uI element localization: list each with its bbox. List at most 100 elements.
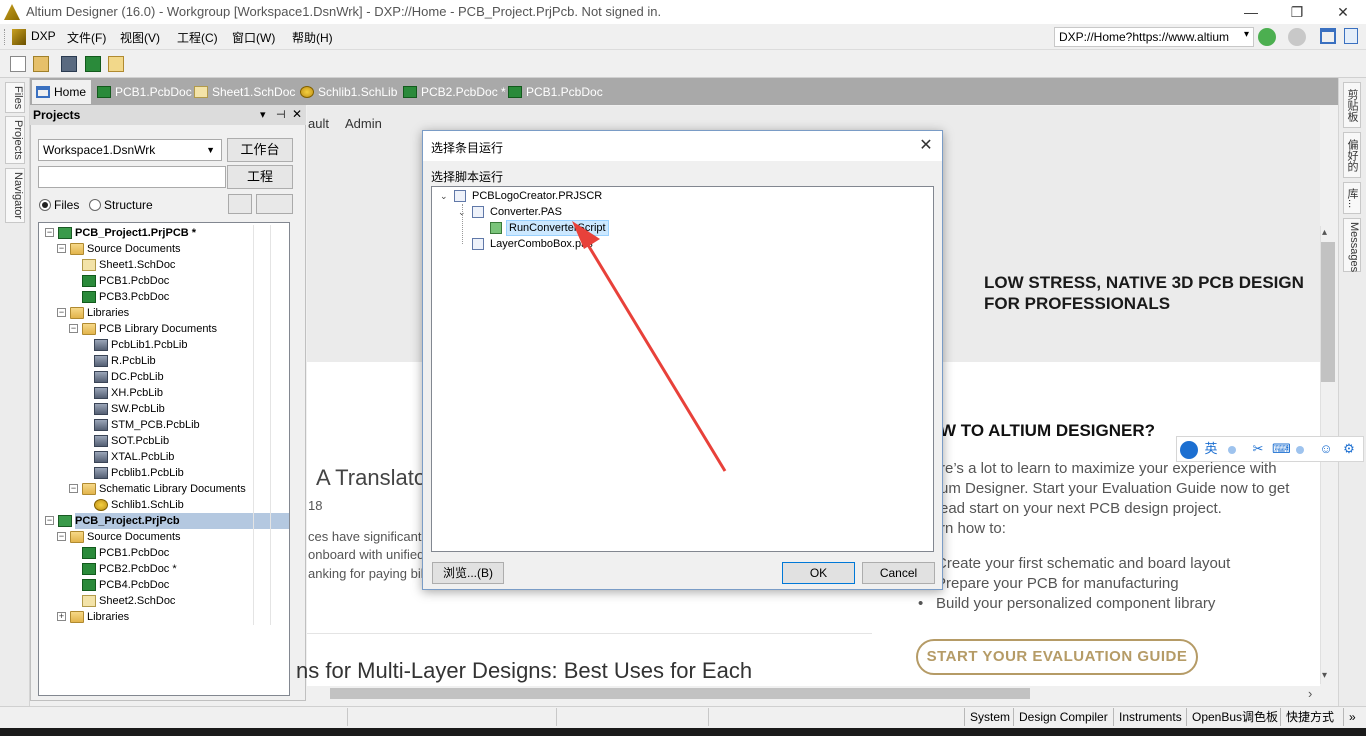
tree-item[interactable]: DC.PcbLib [39,369,289,385]
open-folder-icon[interactable] [33,56,49,72]
status-openbus[interactable]: OpenBus调色板 [1186,708,1283,726]
collapse-icon[interactable]: − [45,516,54,525]
tab-home[interactable]: Home [32,80,91,104]
project-tree[interactable]: − PCB_Project1.PrjPCB * − Source Documents S… [38,222,290,696]
script-tree-item[interactable]: RunConverterScript [432,220,932,236]
status-instruments[interactable]: Instruments [1113,708,1187,726]
tab-navigator-panel[interactable]: Navigator [5,168,25,224]
tab-pcb1-second[interactable]: PCB1.PcbDoc [504,80,603,104]
collapse-icon[interactable]: − [45,228,54,237]
tree-item[interactable]: STM_PCB.PcbLib [39,417,289,433]
dialog-close-button[interactable]: ✕ [913,136,939,156]
tab-pcb2[interactable]: PCB2.PcbDoc * [399,80,506,104]
tree-item[interactable]: − Libraries [39,305,289,321]
status-system[interactable]: System [964,708,1015,726]
tab-projects-panel[interactable]: Projects [5,116,25,164]
tree-item[interactable]: Pcblib1.PcbLib [39,465,289,481]
home-nav-icon[interactable] [1320,28,1336,44]
scroll-up-icon[interactable]: ▴ [1322,227,1327,238]
tree-item[interactable]: XTAL.PcbLib [39,449,289,465]
tab-sheet1[interactable]: Sheet1.SchDoc [190,80,295,104]
radio-structure[interactable] [89,199,101,211]
menu-window[interactable]: 窗口(W) [232,29,275,46]
expand-icon[interactable]: + [57,612,66,621]
tree-item[interactable]: Sheet1.SchDoc [39,257,289,273]
radio-files[interactable] [39,199,51,211]
status-more-icon[interactable]: » [1343,708,1361,726]
tab-pcb1[interactable]: PCB1.PcbDoc [93,80,192,104]
status-shortcuts[interactable]: 快捷方式 [1280,708,1339,726]
tree-item[interactable]: PCB4.PcbDoc [39,577,289,593]
bookmark-icon[interactable] [1344,28,1358,44]
ok-button[interactable]: OK [782,562,855,584]
menu-project[interactable]: 工程(C) [177,29,218,46]
tab-favorites-panel[interactable]: 偏好的 [1343,132,1361,178]
ime-lang-toggle[interactable]: 英 [1203,441,1219,457]
tree-item[interactable]: PCB1.PcbDoc [39,273,289,289]
folder-icon[interactable] [108,56,124,72]
panel-close-icon[interactable]: ✕ [292,107,302,121]
tree-item[interactable]: − Schematic Library Documents [39,481,289,497]
scroll-right-icon[interactable]: › [1308,686,1312,701]
tree-item[interactable]: PCB3.PcbDoc [39,289,289,305]
tree-item[interactable]: Sheet2.SchDoc [39,593,289,609]
new-file-icon[interactable] [10,56,26,72]
tree-item[interactable]: SW.PcbLib [39,401,289,417]
collapse-icon[interactable]: − [57,532,66,541]
collapse-icon[interactable]: − [57,244,66,253]
workspace-select[interactable]: Workspace1.DsnWrk ▼ [38,139,222,161]
ime-punct-icon[interactable] [1228,446,1236,454]
tree-item[interactable]: SOT.PcbLib [39,433,289,449]
ime-scissors-icon[interactable]: ✂ [1250,441,1266,457]
tab-files-panel[interactable]: Files [5,82,25,114]
tree-item[interactable]: XH.PcbLib [39,385,289,401]
tab-clipboard-panel[interactable]: 剪贴板 [1343,82,1361,128]
address-dropdown-icon[interactable]: ▾ [1244,29,1249,40]
ime-keyboard-icon[interactable]: ⌨ [1272,441,1291,457]
tree-item[interactable]: − Source Documents [39,529,289,545]
tab-messages-panel[interactable]: Messages [1343,218,1361,272]
start-evaluation-button[interactable]: START YOUR EVALUATION GUIDE [916,639,1198,675]
menu-dxp[interactable]: DXP [31,29,56,43]
horizontal-scroll-thumb[interactable] [330,688,1030,699]
pcb-icon[interactable] [85,56,101,72]
compile-icon[interactable] [228,194,252,214]
tree-item[interactable]: Schlib1.SchLib [39,497,289,513]
tree-item[interactable]: + Libraries [39,609,289,625]
ime-skin-icon[interactable]: ☺ [1318,441,1334,457]
scroll-down-icon[interactable]: ▾ [1322,670,1327,681]
address-bar[interactable]: DXP://Home?https://www.altium [1054,27,1254,47]
script-tree-item[interactable]: ⌄ PCBLogoCreator.PRJSCR [432,188,932,204]
tab-libraries-panel[interactable]: 库... [1343,182,1361,214]
cancel-button[interactable]: Cancel [862,562,935,584]
ime-logo-icon[interactable] [1180,441,1198,459]
tab-schlib1[interactable]: Schlib1.SchLib [296,80,397,104]
tree-item[interactable]: PcbLib1.PcbLib [39,337,289,353]
pin-icon[interactable]: ⊣ [276,108,286,121]
close-button[interactable]: ✕ [1320,0,1366,24]
script-tree-item[interactable]: ⌄ Converter.PAS [432,204,932,220]
tree-item[interactable]: R.PcbLib [39,353,289,369]
nav-link-admin[interactable]: Admin [345,116,382,131]
article-title[interactable]: A Translator [316,465,433,491]
ime-settings-icon[interactable]: ⚙ [1341,441,1357,457]
workspace-button[interactable]: 工作台 [227,138,293,162]
ime-dot-icon[interactable] [1296,446,1304,454]
browse-button[interactable]: 浏览...(B) [432,562,504,584]
collapse-icon[interactable]: − [57,308,66,317]
minimize-button[interactable]: — [1228,0,1274,24]
script-tree[interactable]: ⌄ PCBLogoCreator.PRJSCR ⌄ Converter.PAS RunC… [431,186,934,552]
tree-item[interactable]: PCB2.PcbDoc * [39,561,289,577]
tree-expand-arrow-icon[interactable]: ⌄ [440,188,448,204]
tree-item[interactable]: − PCB_Project.PrjPcb [39,513,289,529]
back-icon[interactable] [1258,28,1276,46]
menu-view[interactable]: 视图(V) [120,29,160,46]
project-options-icon[interactable] [256,194,293,214]
menu-file[interactable]: 文件(F) [67,29,106,46]
tree-item[interactable]: − PCB Library Documents [39,321,289,337]
tree-item[interactable]: − PCB_Project1.PrjPCB * [39,225,289,241]
status-design-compiler[interactable]: Design Compiler [1013,708,1113,726]
collapse-icon[interactable]: − [69,484,78,493]
tree-item[interactable]: − Source Documents [39,241,289,257]
component-icon[interactable] [61,56,77,72]
